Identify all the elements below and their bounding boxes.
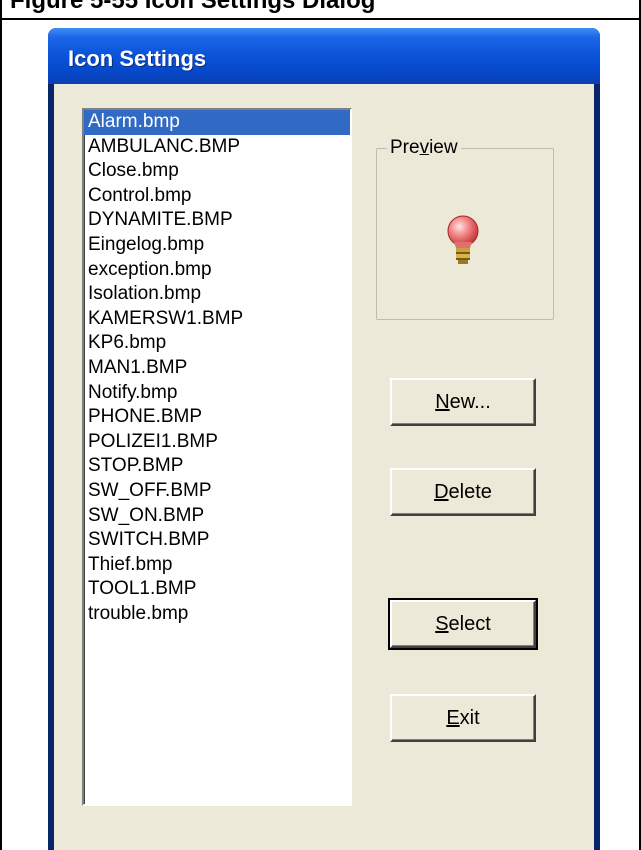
list-item[interactable]: SW_OFF.BMP [84,479,350,504]
list-item[interactable]: POLIZEI1.BMP [84,430,350,455]
list-item[interactable]: DYNAMITE.BMP [84,208,350,233]
delete-button[interactable]: Delete [390,468,536,516]
select-button[interactable]: Select [388,598,538,650]
alarm-bulb-icon [447,215,479,264]
list-item[interactable]: PHONE.BMP [84,405,350,430]
figure-caption: Figure 5-55 Icon Settings Dialog [2,0,639,18]
list-item[interactable]: Control.bmp [84,184,350,209]
preview-group: Preview [376,137,554,320]
list-item[interactable]: SWITCH.BMP [84,528,350,553]
list-item[interactable]: STOP.BMP [84,454,350,479]
list-item[interactable]: Notify.bmp [84,381,350,406]
caption-divider [0,18,641,20]
title-bar[interactable]: Icon Settings [48,28,600,84]
figure-caption-text: Figure 5-55 Icon Settings Dialog [10,0,376,14]
preview-label: Preview [387,137,461,159]
list-item[interactable]: trouble.bmp [84,602,350,627]
window-title: Icon Settings [68,46,207,71]
list-item[interactable]: KAMERSW1.BMP [84,307,350,332]
list-item[interactable]: SW_ON.BMP [84,504,350,529]
list-item[interactable]: Close.bmp [84,159,350,184]
list-item[interactable]: exception.bmp [84,258,350,283]
list-item[interactable]: MAN1.BMP [84,356,350,381]
icon-settings-window: Icon Settings Alarm.bmp AMBULANC.BMP Close… [48,28,600,850]
icon-file-listbox[interactable]: Alarm.bmp AMBULANC.BMP Close.bmp Control.bm… [82,108,352,806]
list-item[interactable]: AMBULANC.BMP [84,135,350,160]
list-item[interactable]: Thief.bmp [84,553,350,578]
list-item[interactable]: KP6.bmp [84,331,350,356]
list-item[interactable]: Isolation.bmp [84,282,350,307]
list-item[interactable]: Alarm.bmp [84,110,350,135]
new-button[interactable]: New... [390,378,536,426]
list-item[interactable]: TOOL1.BMP [84,577,350,602]
list-item[interactable]: Eingelog.bmp [84,233,350,258]
dialog-client-area: Alarm.bmp AMBULANC.BMP Close.bmp Control.bm… [54,84,594,850]
exit-button[interactable]: Exit [390,694,536,742]
